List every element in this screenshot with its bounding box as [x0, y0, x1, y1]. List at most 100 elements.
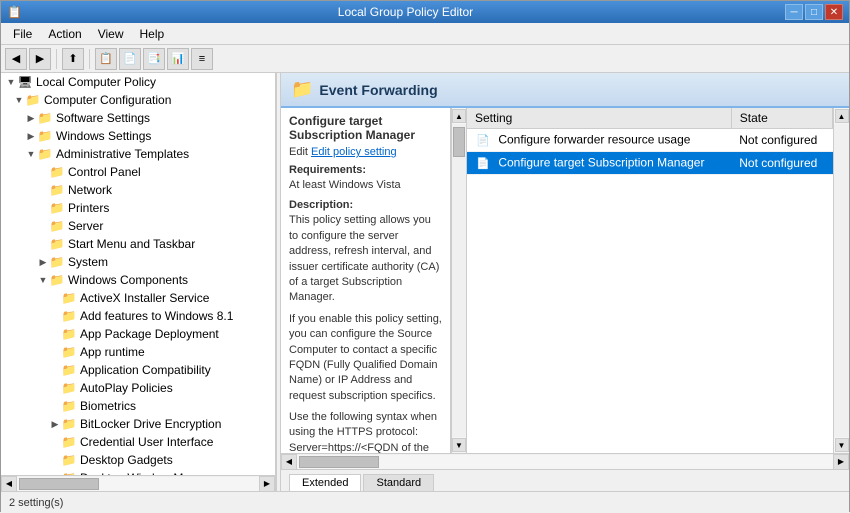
scroll-up-btn-2[interactable]: ▲: [835, 109, 849, 123]
tree-label: Start Menu and Taskbar: [68, 237, 195, 251]
folder-icon: 📁: [61, 380, 77, 396]
requirements-label: Requirements:: [289, 164, 442, 176]
expand-icon: ▼: [25, 148, 37, 160]
tab-extended[interactable]: Extended: [289, 474, 361, 491]
folder-icon: 📁: [61, 452, 77, 468]
expand-icon: ▶: [25, 112, 37, 124]
folder-icon: 📁: [49, 254, 65, 270]
menu-view[interactable]: View: [90, 25, 132, 43]
detail-header-title: Event Forwarding: [319, 82, 437, 98]
expand-icon: ▶: [25, 130, 37, 142]
setting-icon: 📄: [475, 155, 491, 171]
forward-button[interactable]: ▶: [29, 48, 51, 70]
tree-pane: ▼ 🖥 Local Computer Policy ▼ 📁 Computer C…: [1, 73, 276, 491]
h-scroll-thumb[interactable]: [19, 478, 99, 490]
column-state[interactable]: State: [731, 108, 832, 129]
main-container: ▼ 🖥 Local Computer Policy ▼ 📁 Computer C…: [1, 73, 849, 491]
back-button[interactable]: ◀: [5, 48, 27, 70]
description-label: Description:: [289, 199, 442, 211]
expand-icon: ▼: [37, 274, 49, 286]
tree-item-autoplay[interactable]: 📁 AutoPlay Policies: [1, 379, 275, 397]
tree-label: Biometrics: [80, 399, 136, 413]
menu-action[interactable]: Action: [40, 25, 89, 43]
folder-icon: 📁: [49, 200, 65, 216]
expand-icon: ▶: [37, 256, 49, 268]
settings-h-thumb[interactable]: [299, 456, 379, 468]
show-hide-3[interactable]: 📑: [143, 48, 165, 70]
computer-icon: 🖥: [17, 74, 33, 90]
show-hide-4[interactable]: 📊: [167, 48, 189, 70]
tree-label: Credential User Interface: [80, 435, 213, 449]
table-row-selected[interactable]: 📄 Configure target Subscription Manager …: [467, 152, 833, 175]
settings-scroll-left[interactable]: ◀: [281, 454, 297, 470]
tree-item-bitlocker[interactable]: ▶ 📁 BitLocker Drive Encryption: [1, 415, 275, 433]
show-hide-button[interactable]: 📋: [95, 48, 117, 70]
setting-name: Configure target Subscription Manager: [498, 156, 704, 170]
scroll-down-btn[interactable]: ▼: [452, 438, 466, 452]
scroll-left-btn[interactable]: ◀: [1, 476, 17, 492]
folder-icon: 📁: [49, 236, 65, 252]
tree-item-system[interactable]: ▶ 📁 System: [1, 253, 275, 271]
tree-item-windows-settings[interactable]: ▶ 📁 Windows Settings: [1, 127, 275, 145]
folder-icon: 📁: [25, 92, 41, 108]
tree-item-printers[interactable]: 📁 Printers: [1, 199, 275, 217]
tree-item-windows-components[interactable]: ▼ 📁 Windows Components: [1, 271, 275, 289]
tree-h-scrollbar[interactable]: ◀ ▶: [1, 475, 275, 491]
settings-scroll-right[interactable]: ▶: [833, 454, 849, 470]
tree-item-app-compat[interactable]: 📁 Application Compatibility: [1, 361, 275, 379]
tree-item-control-panel[interactable]: 📁 Control Panel: [1, 163, 275, 181]
tree-content: ▼ 🖥 Local Computer Policy ▼ 📁 Computer C…: [1, 73, 275, 475]
tree-item-software-settings[interactable]: ▶ 📁 Software Settings: [1, 109, 275, 127]
tree-item-local-computer-policy[interactable]: ▼ 🖥 Local Computer Policy: [1, 73, 275, 91]
description-text-3: Use the following syntax when using the …: [289, 410, 442, 453]
expand-icon: [37, 238, 49, 250]
folder-icon: 📁: [37, 128, 53, 144]
tree-item-biometrics[interactable]: 📁 Biometrics: [1, 397, 275, 415]
tree-item-activex[interactable]: 📁 ActiveX Installer Service: [1, 289, 275, 307]
tree-item-desktop-gadgets[interactable]: 📁 Desktop Gadgets: [1, 451, 275, 469]
column-setting[interactable]: Setting: [467, 108, 731, 129]
menu-help[interactable]: Help: [132, 25, 173, 43]
expand-icon: [49, 328, 61, 340]
edit-policy-link[interactable]: Edit policy setting: [311, 146, 397, 158]
menu-file[interactable]: File: [5, 25, 40, 43]
tree-item-admin-templates[interactable]: ▼ 📁 Administrative Templates: [1, 145, 275, 163]
tab-standard[interactable]: Standard: [363, 474, 434, 491]
folder-icon: 📁: [61, 344, 77, 360]
expand-icon: [37, 202, 49, 214]
tree-item-add-features[interactable]: 📁 Add features to Windows 8.1: [1, 307, 275, 325]
show-hide-2[interactable]: 📄: [119, 48, 141, 70]
expand-icon: [49, 382, 61, 394]
folder-icon: 📁: [61, 308, 77, 324]
close-button[interactable]: ✕: [825, 4, 843, 20]
tree-item-credential-ui[interactable]: 📁 Credential User Interface: [1, 433, 275, 451]
scroll-right-btn[interactable]: ▶: [259, 476, 275, 492]
tree-item-server[interactable]: 📁 Server: [1, 217, 275, 235]
table-row[interactable]: 📄 Configure forwarder resource usage Not…: [467, 129, 833, 152]
filter-button[interactable]: ≡: [191, 48, 213, 70]
window-title: Local Group Policy Editor: [26, 5, 785, 19]
toolbar-separator-2: [89, 49, 90, 69]
tab-bar: Extended Standard: [281, 469, 849, 491]
tree-item-network[interactable]: 📁 Network: [1, 181, 275, 199]
expand-icon: [37, 166, 49, 178]
tree-label: Add features to Windows 8.1: [80, 309, 233, 323]
tree-item-app-package[interactable]: 📁 App Package Deployment: [1, 325, 275, 343]
maximize-button[interactable]: □: [805, 4, 823, 20]
v-scroll-thumb[interactable]: [453, 127, 465, 157]
tree-item-start-menu[interactable]: 📁 Start Menu and Taskbar: [1, 235, 275, 253]
scroll-down-btn-2[interactable]: ▼: [835, 438, 849, 452]
window-controls: ─ □ ✕: [785, 4, 843, 20]
up-button[interactable]: ⬆: [62, 48, 84, 70]
tree-item-app-runtime[interactable]: 📁 App runtime: [1, 343, 275, 361]
desc-scrollbar: ▲ ▼: [451, 108, 467, 453]
expand-icon: ▶: [49, 418, 61, 430]
tree-label: Control Panel: [68, 165, 141, 179]
tree-item-computer-config[interactable]: ▼ 📁 Computer Configuration: [1, 91, 275, 109]
setting-icon: 📄: [475, 132, 491, 148]
expand-icon: [49, 346, 61, 358]
title-bar: 📋 Local Group Policy Editor ─ □ ✕: [1, 1, 849, 23]
scroll-up-btn[interactable]: ▲: [452, 109, 466, 123]
minimize-button[interactable]: ─: [785, 4, 803, 20]
folder-icon: 📁: [61, 362, 77, 378]
